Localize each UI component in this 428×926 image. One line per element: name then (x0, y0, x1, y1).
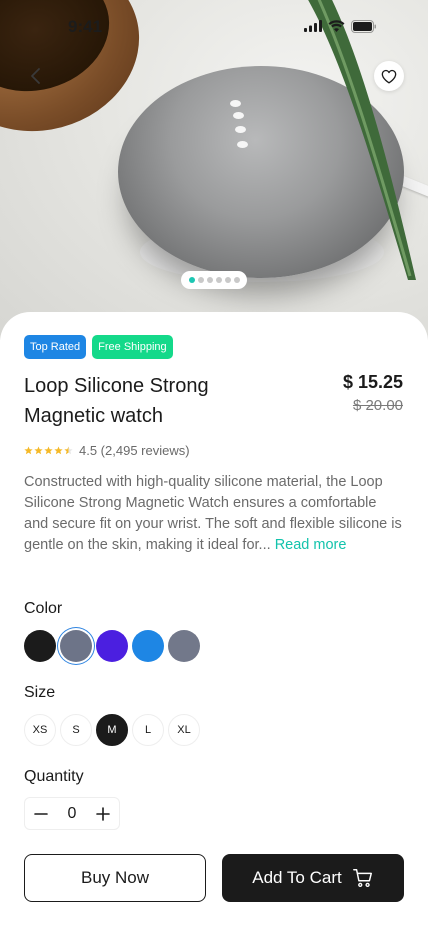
quantity-label: Quantity (24, 768, 84, 785)
add-to-cart-label: Add To Cart (252, 868, 342, 887)
size-option-xl[interactable]: XL (168, 714, 200, 746)
cart-icon (352, 869, 372, 888)
increase-quantity-button[interactable] (93, 804, 113, 824)
badge-list: Top Rated Free Shipping (24, 335, 173, 359)
star-icon (34, 446, 43, 455)
size-option-s[interactable]: S (60, 714, 92, 746)
size-option-l[interactable]: L (132, 714, 164, 746)
add-to-cart-button[interactable]: Add To Cart (222, 854, 404, 902)
carousel-dot[interactable] (188, 277, 195, 283)
speaker-led (237, 141, 248, 148)
signal-icon (304, 20, 322, 32)
size-options: XS S M L XL (24, 714, 200, 746)
color-swatch[interactable] (24, 630, 56, 662)
carousel-dot[interactable] (224, 277, 231, 283)
color-options (24, 630, 200, 662)
current-price: $ 15.25 (342, 372, 403, 392)
color-label: Color (24, 600, 63, 617)
top-rated-badge: Top Rated (24, 335, 87, 359)
size-option-xs[interactable]: XS (24, 714, 56, 746)
free-shipping-badge: Free Shipping (92, 335, 173, 359)
speaker-led (230, 100, 241, 107)
quantity-value: 0 (67, 804, 77, 822)
rating-text: 4.5 (2,495 reviews) (79, 443, 190, 458)
speaker-led (235, 126, 246, 133)
quantity-stepper: 0 (24, 797, 120, 830)
back-button[interactable] (22, 62, 50, 90)
carousel-dot[interactable] (233, 277, 240, 283)
product-rating: 4.5 (2,495 reviews) (24, 443, 190, 458)
buy-now-button[interactable]: Buy Now (24, 854, 206, 902)
carousel-pagination (181, 271, 247, 289)
chevron-left-icon (31, 68, 40, 84)
wifi-icon (328, 20, 345, 32)
speaker-led (233, 112, 244, 119)
half-star-icon (64, 446, 73, 455)
color-swatch[interactable] (168, 630, 200, 662)
star-icon (44, 446, 53, 455)
plus-icon (96, 806, 110, 821)
size-option-m[interactable]: M (96, 714, 128, 746)
product-description: Constructed with high-quality silicone m… (24, 472, 404, 556)
carousel-dot[interactable] (215, 277, 222, 283)
rating-stars (24, 446, 73, 455)
status-time: 9:41 (68, 17, 103, 36)
size-label: Size (24, 684, 56, 701)
read-more-link[interactable]: Read more (275, 537, 347, 553)
color-swatch[interactable] (96, 630, 128, 662)
heart-icon (381, 69, 397, 84)
color-swatch[interactable] (60, 630, 92, 662)
status-bar: 9:41 (0, 0, 428, 52)
original-price: $ 20.00 (352, 397, 403, 414)
star-icon (24, 446, 33, 455)
favorite-button[interactable] (374, 61, 404, 91)
color-swatch[interactable] (132, 630, 164, 662)
star-icon (54, 446, 63, 455)
minus-icon (34, 812, 48, 815)
carousel-dot[interactable] (206, 277, 213, 283)
carousel-dot[interactable] (197, 277, 204, 283)
decrease-quantity-button[interactable] (31, 804, 51, 824)
product-title: Loop Silicone Strong Magnetic watch (24, 375, 209, 427)
battery-icon (351, 19, 376, 33)
